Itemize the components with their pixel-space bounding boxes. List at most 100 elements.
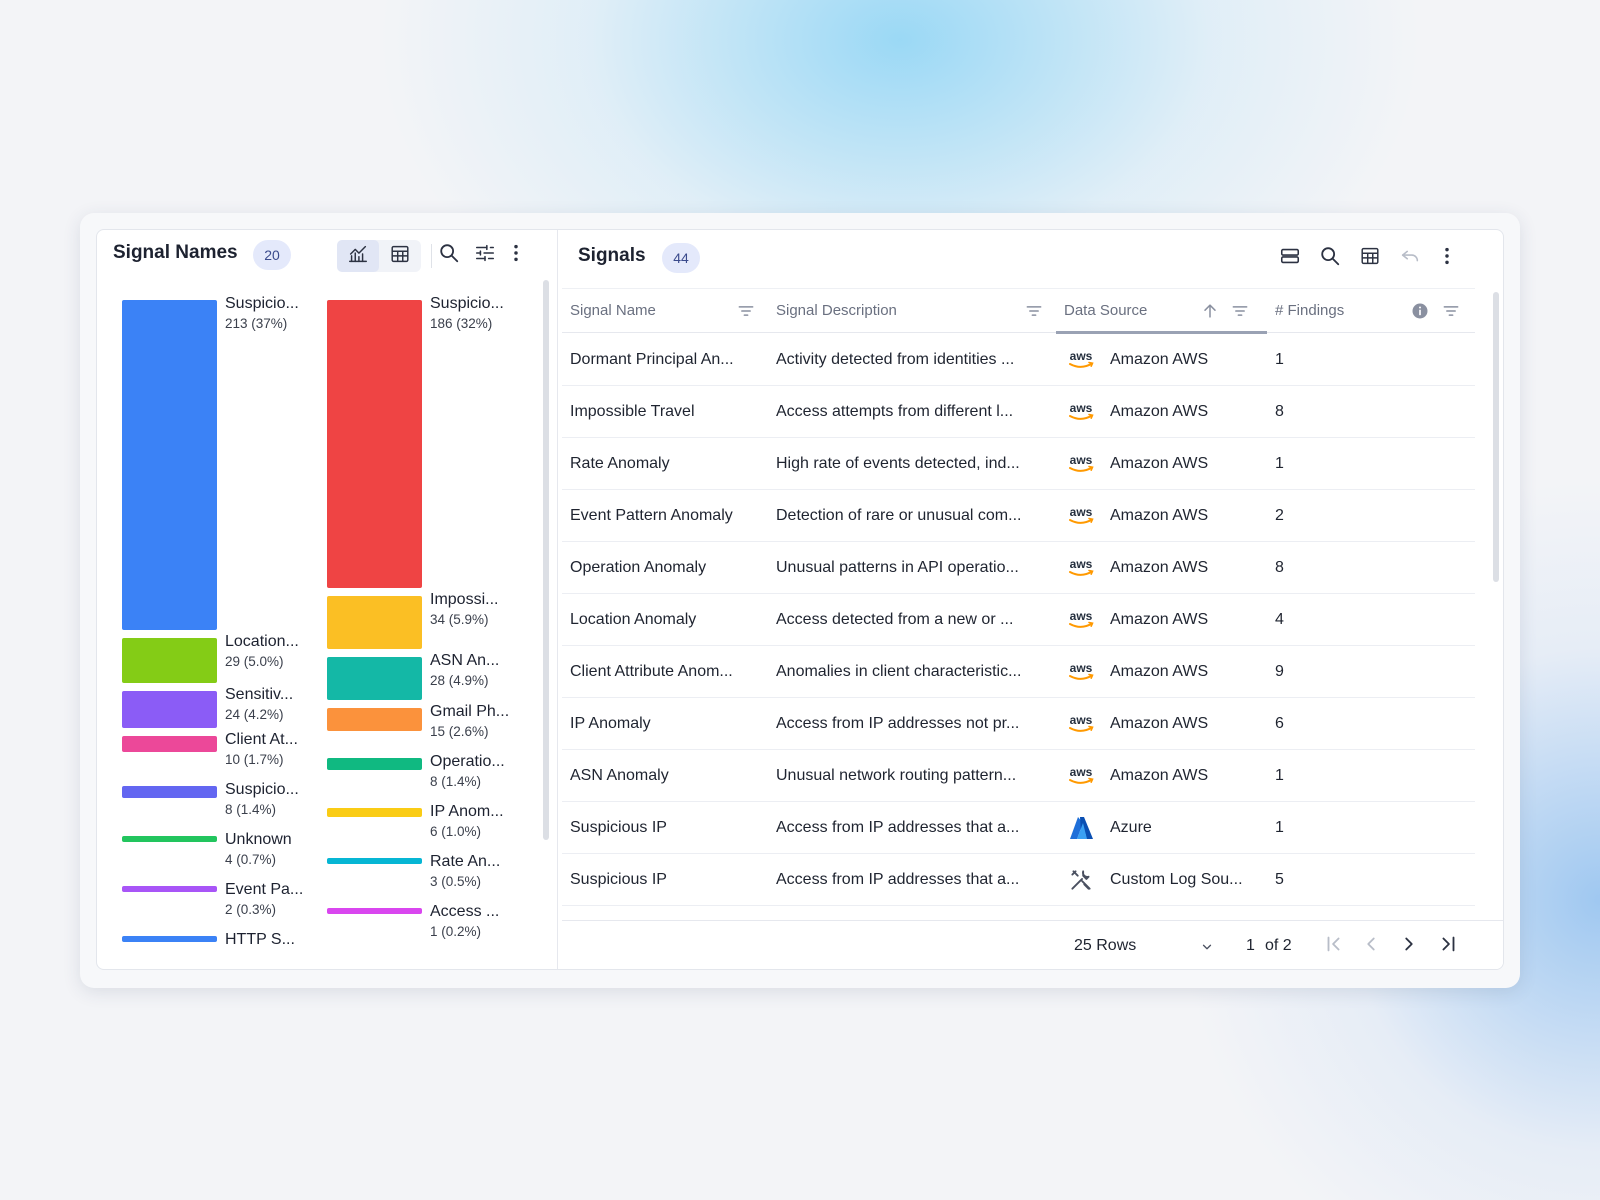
table-row[interactable]: Event Pattern Anomaly Detection of rare o…: [562, 490, 1475, 542]
treemap-bar-label: ASN An... 28 (4.9%): [430, 651, 499, 690]
treemap-bar[interactable]: [122, 936, 217, 942]
signal-name-cell: Client Attribute Anom...: [570, 663, 733, 680]
bar-value: 8 (1.4%): [225, 802, 277, 817]
more-vertical-icon: [1436, 245, 1458, 272]
undo-button[interactable]: [1395, 243, 1425, 273]
signal-names-more-button[interactable]: [501, 240, 531, 270]
table-row[interactable]: Suspicious IP Access from IP addresses th…: [562, 854, 1475, 906]
table-row[interactable]: Suspicious IP Access from IP addresses th…: [562, 802, 1475, 854]
table-row[interactable]: Location Anomaly Access detected from a n…: [562, 594, 1475, 646]
treemap-bar[interactable]: [327, 657, 422, 700]
first-page-button[interactable]: [1319, 931, 1349, 961]
bar-value: 10 (1.7%): [225, 752, 284, 767]
bar-name: Sensitiv...: [225, 686, 294, 703]
treemap-bar[interactable]: [327, 758, 422, 770]
last-page-button[interactable]: [1433, 931, 1463, 961]
density-button[interactable]: [1275, 243, 1305, 273]
treemap-bar-label: Sensitiv... 24 (4.2%): [225, 685, 293, 724]
tools-icon: [1066, 868, 1096, 892]
chart-view-button[interactable]: [337, 240, 379, 272]
svg-text:aws: aws: [1070, 505, 1093, 519]
table-row[interactable]: IP Anomaly Access from IP addresses not p…: [562, 698, 1475, 750]
bar-name: ASN An...: [430, 652, 500, 669]
svg-text:aws: aws: [1070, 661, 1093, 675]
treemap-bar[interactable]: [122, 786, 217, 798]
svg-text:aws: aws: [1070, 453, 1093, 467]
filter-icon[interactable]: [1230, 301, 1250, 321]
treemap-bar[interactable]: [122, 691, 217, 728]
treemap-bar[interactable]: [327, 596, 422, 649]
rows-per-page-select[interactable]: 25 Rows: [1074, 921, 1214, 969]
treemap-bar[interactable]: [122, 836, 217, 842]
column-header-signal-description[interactable]: Signal Description: [768, 289, 1056, 333]
aws-logo-icon: aws: [1066, 400, 1096, 424]
treemap-bar[interactable]: [327, 300, 422, 588]
column-header-data-source[interactable]: Data Source: [1056, 289, 1267, 334]
signal-description-cell: Access from IP addresses that a...: [776, 871, 1020, 888]
treemap-bar-label: Operatio... 8 (1.4%): [430, 752, 505, 791]
signal-name-cell: IP Anomaly: [570, 715, 651, 732]
svg-text:aws: aws: [1070, 765, 1093, 779]
signal-description-cell: Access from IP addresses that a...: [776, 819, 1020, 836]
chevron-down-icon: [1202, 944, 1212, 950]
sort-ascending-icon[interactable]: [1200, 301, 1220, 321]
signal-name-cell: Suspicious IP: [570, 871, 667, 888]
info-icon[interactable]: [1410, 301, 1430, 321]
column-header-signal-name[interactable]: Signal Name: [562, 289, 768, 333]
signal-name-cell: Dormant Principal An...: [570, 351, 734, 368]
signals-more-button[interactable]: [1432, 243, 1462, 273]
toolbar-divider: [431, 244, 432, 268]
current-page: 1: [1246, 937, 1255, 954]
column-header-findings[interactable]: # Findings: [1267, 289, 1475, 333]
data-source-cell: Amazon AWS: [1110, 715, 1209, 732]
bar-name: Operatio...: [430, 753, 505, 770]
table-header: Signal Name Signal Description Data Sour…: [562, 288, 1475, 334]
treemap-bar[interactable]: [122, 638, 217, 683]
treemap-bar[interactable]: [327, 908, 422, 914]
previous-page-button[interactable]: [1356, 931, 1386, 961]
filter-icon[interactable]: [736, 301, 756, 321]
treemap-bar[interactable]: [122, 736, 217, 752]
aws-logo-icon: aws: [1066, 608, 1096, 632]
filter-settings-button[interactable]: [470, 240, 500, 270]
signals-search-button[interactable]: [1315, 243, 1345, 273]
bar-value: 34 (5.9%): [430, 612, 489, 627]
table-scrollbar[interactable]: [1493, 292, 1499, 582]
treemap-bar[interactable]: [122, 886, 217, 892]
data-source-cell: Amazon AWS: [1110, 663, 1209, 680]
signal-description-cell: Access from IP addresses not pr...: [776, 715, 1020, 732]
table-row[interactable]: ASN Anomaly Unusual network routing patte…: [562, 750, 1475, 802]
treemap-bar-label: Client At... 10 (1.7%): [225, 730, 298, 769]
signal-name-cell: ASN Anomaly: [570, 767, 669, 784]
chart-scrollbar[interactable]: [543, 280, 549, 840]
last-page-icon: [1437, 933, 1459, 960]
signal-names-search-button[interactable]: [434, 240, 464, 270]
treemap-bar[interactable]: [327, 808, 422, 817]
next-page-button[interactable]: [1394, 931, 1424, 961]
treemap-bar-label: Access ... 1 (0.2%): [430, 902, 499, 941]
treemap-bar[interactable]: [327, 858, 422, 864]
treemap-bar[interactable]: [327, 708, 422, 731]
columns-button[interactable]: [1355, 243, 1385, 273]
table-row[interactable]: Rate Anomaly High rate of events detected…: [562, 438, 1475, 490]
table-row[interactable]: Impossible Travel Access attempts from di…: [562, 386, 1475, 438]
table-row[interactable]: Client Attribute Anom... Anomalies in cli…: [562, 646, 1475, 698]
data-source-cell: Amazon AWS: [1110, 559, 1209, 576]
bar-value: 8 (1.4%): [430, 774, 482, 789]
filter-icon[interactable]: [1024, 301, 1044, 321]
table-row[interactable]: Dormant Principal An... Activity detected…: [562, 334, 1475, 386]
aws-logo-icon: aws: [1066, 764, 1096, 788]
treemap-bar[interactable]: [122, 300, 217, 630]
bar-value: 24 (4.2%): [225, 707, 284, 722]
columns-icon: [1359, 245, 1381, 272]
findings-cell: 2: [1275, 507, 1284, 524]
table-view-button[interactable]: [379, 240, 421, 272]
bar-name: Impossi...: [430, 591, 499, 608]
filter-icon[interactable]: [1441, 301, 1461, 321]
bar-name: Suspicio...: [225, 295, 299, 312]
chevron-right-icon: [1398, 933, 1420, 960]
signal-description-cell: High rate of events detected, ind...: [776, 455, 1020, 472]
treemap-bar-label: Event Pa... 2 (0.3%): [225, 880, 303, 919]
table-row[interactable]: Operation Anomaly Unusual patterns in API…: [562, 542, 1475, 594]
bar-name: Event Pa...: [225, 881, 304, 898]
